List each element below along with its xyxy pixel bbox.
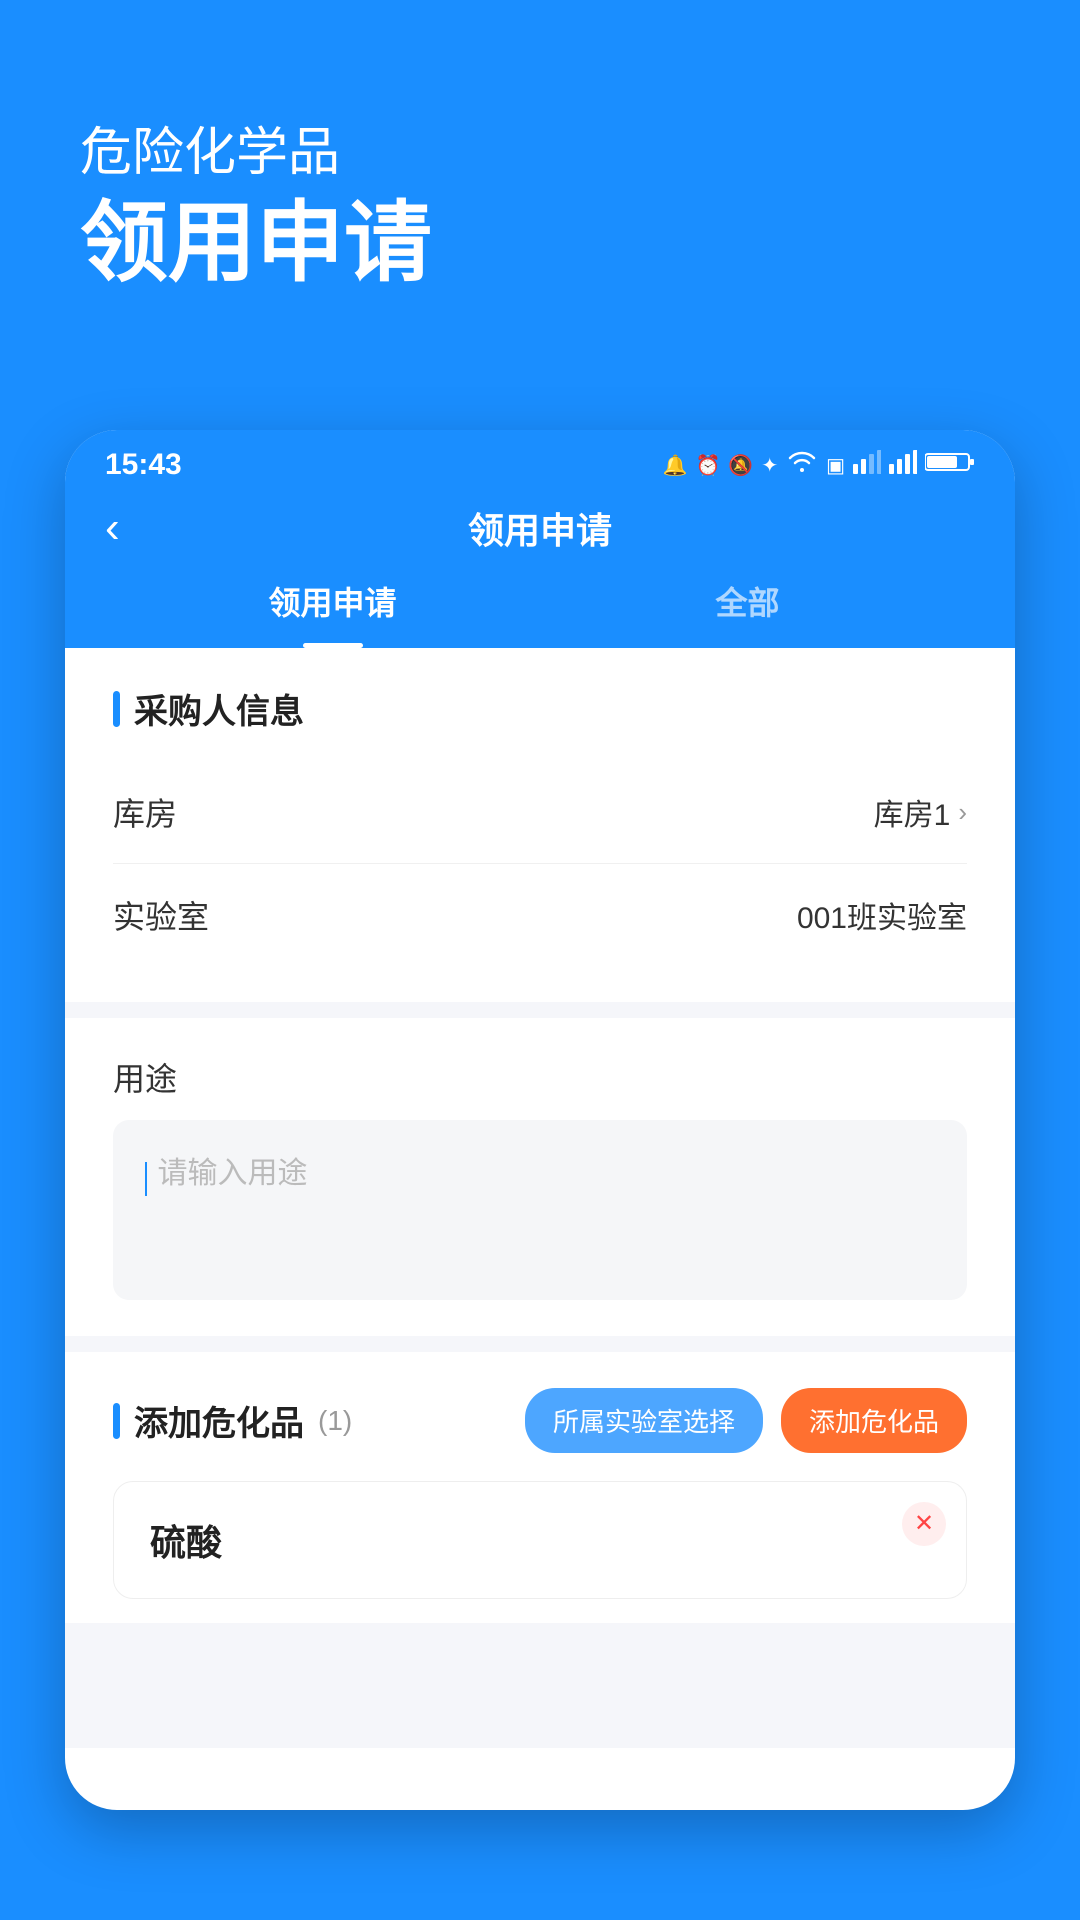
outer-background: 危险化学品 领用申请 15:43 🔔 ⏰ 🔕 ✦ ▣ [0,0,1080,1920]
add-chem-title-text: 添加危化品 [134,1396,304,1445]
lab-value: 001班实验室 [797,893,967,937]
cursor [145,1162,147,1196]
wifi-icon [786,450,818,480]
tab-all-label: 全部 [715,585,779,621]
lab-label: 实验室 [113,892,209,938]
chemical-name: 硫酸 [150,1514,930,1566]
add-chem-header: 添加危化品 (1) 所属实验室选择 添加危化品 [113,1388,967,1453]
add-chemical-button[interactable]: 添加危化品 [781,1388,967,1453]
phone-mockup: 15:43 🔔 ⏰ 🔕 ✦ ▣ [65,430,1015,1810]
chevron-right-icon: › [958,797,967,828]
section-title-purchaser: 采购人信息 [113,684,967,733]
purchaser-section: 采购人信息 库房 库房1 › 实验室 001班实验室 [65,648,1015,1002]
purpose-placeholder: 请输入用途 [157,1157,307,1190]
nav-title: 领用申请 [468,502,612,554]
tab-application[interactable]: 领用申请 [125,578,540,648]
tabs-bar: 领用申请 全部 [65,578,1015,648]
bluetooth-icon: ✦ [761,453,778,478]
back-button[interactable]: ‹ [105,506,120,550]
warehouse-label: 库房 [113,789,177,835]
warehouse-value[interactable]: 库房1 › [874,790,967,834]
hero-section: 危险化学品 领用申请 [0,0,1080,292]
nav-bar: ‹ 领用申请 [65,492,1015,578]
section-title-text: 采购人信息 [134,684,304,733]
tab-application-label: 领用申请 [268,585,396,621]
add-chem-title: 添加危化品 (1) [113,1396,352,1445]
purpose-textarea[interactable]: 请输入用途 [113,1120,967,1300]
hero-title: 领用申请 [80,195,1000,292]
purpose-section: 用途 请输入用途 [65,1018,1015,1336]
alarm-icon: ⏰ [696,453,721,478]
chem-title-bar-icon [113,1403,120,1439]
lab-row[interactable]: 实验室 001班实验室 [113,864,967,966]
remove-chemical-button[interactable]: ✕ [902,1502,946,1546]
status-time: 15:43 [105,448,182,482]
battery-icon [925,450,975,480]
hero-subtitle: 危险化学品 [80,110,1000,185]
close-icon: ✕ [914,1512,934,1536]
warehouse-row[interactable]: 库房 库房1 › [113,761,967,864]
chem-count: (1) [318,1405,352,1437]
purpose-label: 用途 [113,1054,967,1100]
status-bar: 15:43 🔔 ⏰ 🔕 ✦ ▣ [65,430,1015,492]
status-icons: 🔔 ⏰ 🔕 ✦ ▣ [663,450,975,480]
chem-action-buttons: 所属实验室选择 添加危化品 [525,1388,967,1453]
silent-icon: 🔕 [728,453,753,478]
content-area: 采购人信息 库房 库房1 › 实验室 001班实验室 [65,648,1015,1748]
tab-all[interactable]: 全部 [540,578,955,648]
camera-icon: ▣ [826,453,845,478]
add-chemicals-section: 添加危化品 (1) 所属实验室选择 添加危化品 ✕ 硫酸 [65,1352,1015,1623]
warehouse-value-text: 库房1 [874,790,951,834]
tab-underline [303,643,363,648]
signal-icon1 [853,450,881,480]
signal-icon2 [889,450,917,480]
lab-select-button[interactable]: 所属实验室选择 [525,1388,763,1453]
lab-value-text: 001班实验室 [797,893,967,937]
notification-icon: 🔔 [663,453,688,478]
title-bar-icon [113,691,120,727]
chemical-card: ✕ 硫酸 [113,1481,967,1599]
